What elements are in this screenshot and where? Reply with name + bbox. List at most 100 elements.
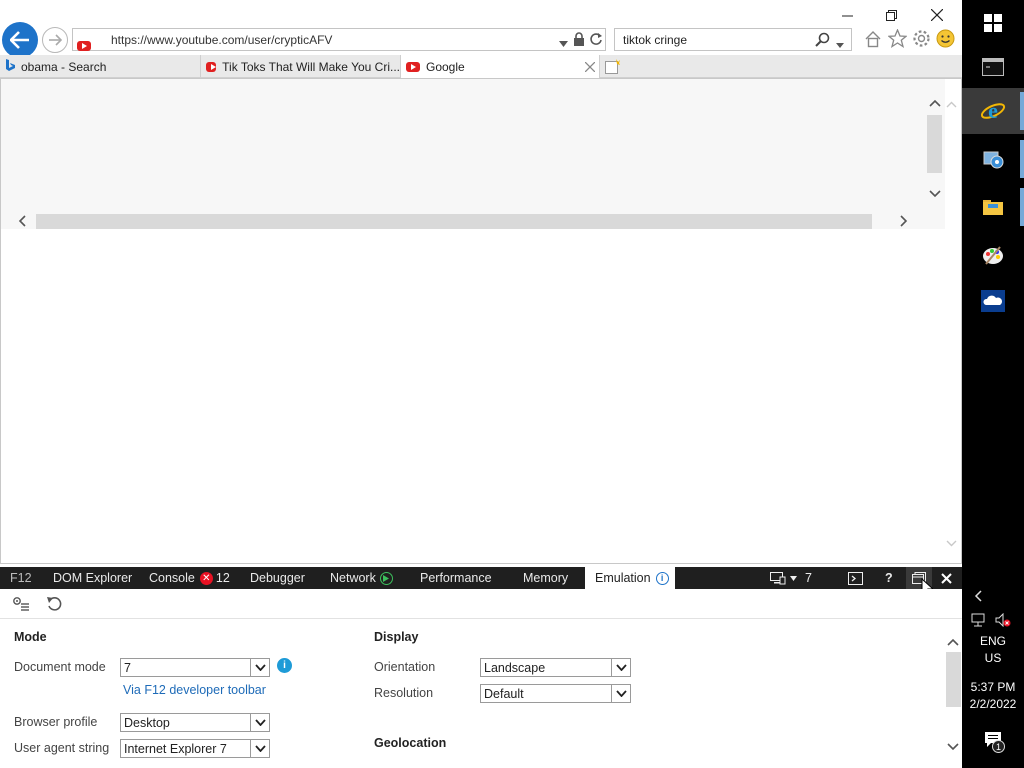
monitor-icon bbox=[770, 572, 786, 585]
outer-scroll-down-arrow-icon[interactable] bbox=[946, 536, 957, 550]
tab-emulation[interactable]: Emulation i bbox=[585, 567, 675, 589]
settings-list-icon[interactable] bbox=[12, 596, 30, 615]
new-tab-icon bbox=[605, 58, 620, 74]
favorites-star-icon[interactable] bbox=[887, 28, 908, 51]
tab-label: Google bbox=[426, 60, 465, 74]
scroll-left-arrow-icon[interactable] bbox=[18, 215, 26, 230]
search-dropdown-icon[interactable] bbox=[836, 37, 844, 51]
tab-network[interactable]: Network bbox=[330, 567, 393, 589]
onedrive-icon bbox=[981, 290, 1005, 312]
reset-undo-icon[interactable] bbox=[46, 596, 62, 615]
target-selector[interactable]: 7 bbox=[770, 567, 812, 589]
lock-icon[interactable] bbox=[573, 32, 585, 49]
internet-explorer-icon: e bbox=[980, 98, 1006, 123]
address-bar[interactable]: https://www.youtube.com/user/crypticAFV bbox=[72, 28, 606, 51]
info-icon[interactable]: i bbox=[277, 658, 292, 673]
tab-label: Tik Toks That Will Make You Cri... bbox=[222, 59, 400, 74]
notification-count-badge: 1 bbox=[992, 740, 1005, 753]
taskbar-control-panel[interactable] bbox=[962, 136, 1024, 182]
active-app-marker bbox=[1020, 92, 1024, 130]
horizontal-scrollbar-thumb[interactable] bbox=[36, 214, 872, 229]
outer-scroll-up-arrow-icon[interactable] bbox=[946, 97, 957, 111]
tab-debugger[interactable]: Debugger bbox=[250, 567, 305, 589]
close-window-button[interactable] bbox=[914, 4, 960, 26]
tab-performance[interactable]: Performance bbox=[420, 567, 492, 589]
tab-strip: obama - Search Tik Toks That Will Make Y… bbox=[0, 55, 962, 79]
orientation-select[interactable]: Landscape bbox=[480, 658, 631, 677]
paint-palette-icon bbox=[983, 246, 1003, 265]
taskbar-internet-explorer[interactable]: e bbox=[962, 88, 1024, 134]
panel-scroll-down-arrow-icon[interactable] bbox=[947, 740, 959, 754]
tab-label: obama - Search bbox=[21, 59, 107, 74]
console-prompt-icon bbox=[848, 571, 863, 585]
emulation-toolbar bbox=[0, 589, 962, 619]
folder-icon bbox=[983, 200, 1003, 215]
user-agent-label: User agent string bbox=[14, 741, 110, 755]
tab-memory[interactable]: Memory bbox=[523, 567, 568, 589]
command-prompt-icon bbox=[982, 58, 1004, 76]
show-hidden-icons-chevron-icon[interactable] bbox=[974, 590, 982, 605]
scroll-right-arrow-icon[interactable] bbox=[900, 215, 908, 230]
network-icon[interactable] bbox=[971, 613, 987, 630]
user-agent-select[interactable]: Internet Explorer 7 bbox=[120, 739, 270, 758]
forward-button[interactable] bbox=[42, 27, 68, 53]
scroll-up-arrow-icon[interactable] bbox=[929, 96, 941, 110]
chevron-down-icon bbox=[250, 714, 269, 731]
devtools-tab-bar: F12 DOM Explorer Console ✕ 12 Debugger N… bbox=[0, 567, 962, 589]
resolution-select[interactable]: Default bbox=[480, 684, 631, 703]
panel-scroll-up-arrow-icon[interactable] bbox=[947, 635, 959, 649]
taskbar-file-explorer[interactable] bbox=[962, 184, 1024, 230]
language-indicator[interactable]: ENG US bbox=[962, 634, 1024, 665]
refresh-icon[interactable] bbox=[589, 32, 603, 49]
browser-profile-select[interactable]: Desktop bbox=[120, 713, 270, 732]
clock[interactable]: 5:37 PM 2/2/2022 bbox=[962, 680, 1024, 711]
chevron-down-icon bbox=[250, 740, 269, 757]
forward-arrow-icon bbox=[49, 34, 62, 46]
page-content-area[interactable] bbox=[1, 79, 945, 229]
control-panel-icon bbox=[983, 151, 1004, 169]
address-url[interactable]: https://www.youtube.com/user/crypticAFV bbox=[111, 33, 332, 47]
home-icon[interactable] bbox=[864, 30, 882, 51]
close-icon bbox=[931, 9, 943, 21]
new-tab-button[interactable] bbox=[601, 55, 623, 78]
tab-obama-search[interactable]: obama - Search bbox=[0, 55, 201, 78]
windows-logo-icon bbox=[984, 14, 1002, 32]
tab-google[interactable]: Google bbox=[401, 55, 600, 79]
chevron-down-icon bbox=[790, 575, 797, 581]
taskbar-onedrive[interactable] bbox=[962, 278, 1024, 324]
restore-button[interactable] bbox=[868, 4, 914, 26]
minimize-button[interactable] bbox=[824, 4, 870, 26]
start-button[interactable] bbox=[962, 0, 1024, 46]
taskbar-paint[interactable] bbox=[962, 232, 1024, 278]
vertical-scrollbar-thumb[interactable] bbox=[927, 115, 942, 173]
target-document-mode: 7 bbox=[805, 571, 812, 585]
search-input[interactable]: tiktok cringe bbox=[623, 33, 687, 47]
panel-scrollbar-thumb[interactable] bbox=[946, 652, 961, 707]
document-mode-select[interactable]: 7 bbox=[120, 658, 270, 677]
resolution-label: Resolution bbox=[374, 686, 434, 700]
tab-console[interactable]: Console ✕ 12 bbox=[149, 567, 230, 589]
search-box[interactable]: tiktok cringe bbox=[614, 28, 852, 51]
close-tab-button[interactable] bbox=[584, 61, 596, 75]
taskbar-cmd[interactable] bbox=[962, 44, 1024, 90]
devtools-f12-label: F12 bbox=[10, 571, 32, 585]
youtube-icon bbox=[77, 40, 91, 51]
dropdown-icon[interactable] bbox=[559, 36, 568, 50]
via-f12-toolbar-link[interactable]: Via F12 developer toolbar bbox=[123, 683, 266, 697]
chevron-down-icon bbox=[250, 659, 269, 676]
volume-muted-icon[interactable] bbox=[995, 612, 1011, 630]
chevron-down-icon bbox=[611, 685, 630, 702]
scroll-down-arrow-icon[interactable] bbox=[929, 187, 941, 201]
console-toggle-button[interactable] bbox=[848, 567, 863, 589]
gear-icon[interactable] bbox=[912, 29, 931, 51]
tab-dom-explorer[interactable]: DOM Explorer bbox=[53, 567, 132, 589]
svg-text:e: e bbox=[988, 98, 998, 123]
search-icon[interactable] bbox=[815, 32, 830, 50]
back-button[interactable] bbox=[2, 22, 38, 58]
close-devtools-button[interactable] bbox=[941, 567, 952, 589]
help-button[interactable]: ? bbox=[885, 567, 893, 589]
tab-tiktoks-video[interactable]: Tik Toks That Will Make You Cri... bbox=[201, 55, 401, 78]
smiley-feedback-icon[interactable] bbox=[936, 29, 955, 51]
restore-icon bbox=[885, 9, 897, 21]
browser-window: https://www.youtube.com/user/crypticAFV … bbox=[0, 0, 962, 768]
